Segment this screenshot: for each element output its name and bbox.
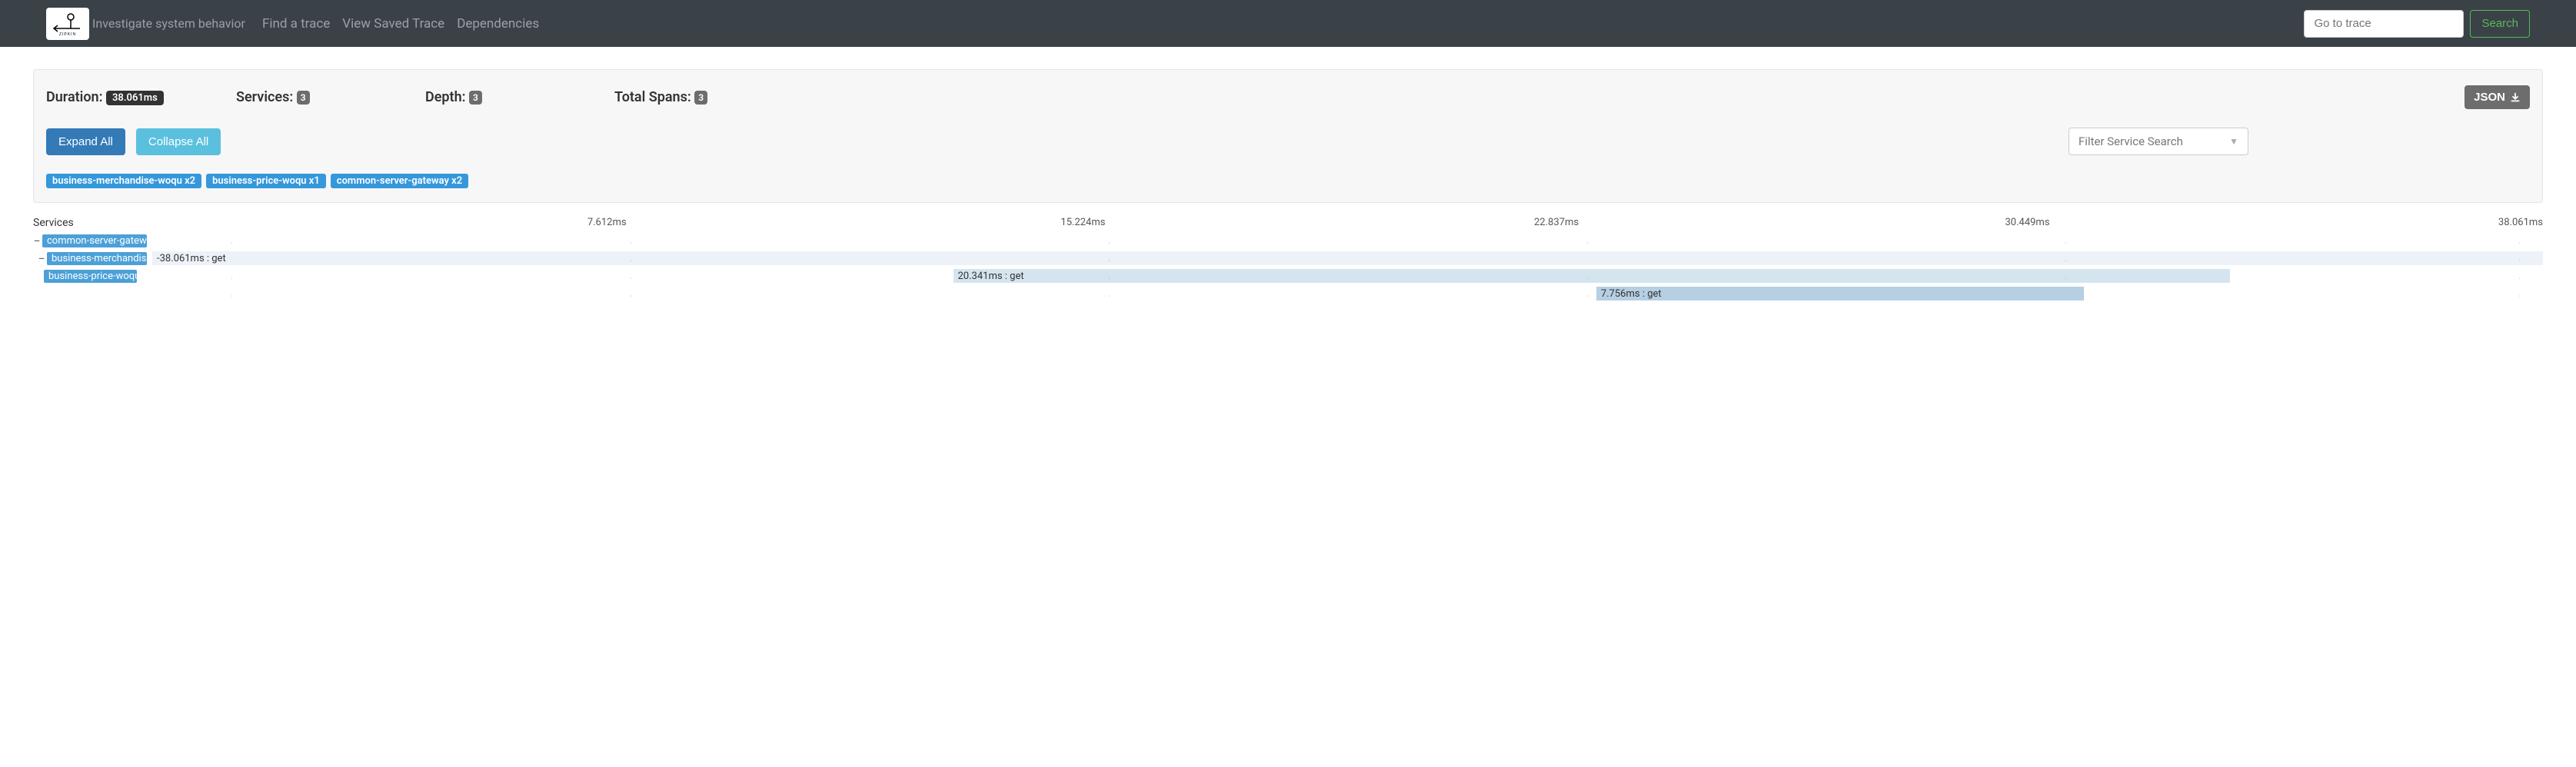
collapse-all-button[interactable]: Collapse All — [136, 128, 221, 155]
service-tag[interactable]: common-server-gateway x2 — [331, 174, 468, 188]
zipkin-logo[interactable]: ZIPKIN — [46, 8, 89, 40]
navbar: ZIPKIN Investigate system behavior Find … — [0, 0, 2576, 47]
span-bar: 20.341ms : get — [954, 269, 2230, 283]
download-icon — [2510, 92, 2521, 103]
trace-summary-panel: Duration: 38.061ms Services: 3 Depth: 3 … — [33, 69, 2543, 203]
spans-badge: 3 — [694, 91, 707, 105]
services-stat: Services: 3 — [236, 89, 425, 105]
spans-stat: Total Spans: 3 — [614, 89, 2465, 105]
logo-icon: ZIPKIN — [51, 12, 85, 36]
services-badge: 3 — [297, 91, 310, 105]
span-row[interactable]: 7.756ms : get . . . . . . — [33, 285, 2543, 303]
service-tag[interactable]: business-price-woqu x1 — [206, 174, 326, 188]
span-bar: -38.061ms : get — [152, 251, 2543, 265]
span-service-label: common-server-gateway — [42, 234, 147, 247]
chevron-down-icon: ▼ — [2229, 136, 2238, 147]
goto-trace-input[interactable] — [2304, 10, 2464, 38]
service-tag[interactable]: business-merchandise-woqu x2 — [46, 174, 201, 188]
span-row[interactable]: business-price-woqu 20.341ms : get . . .… — [33, 267, 2543, 285]
time-marker: 7.612ms — [587, 217, 627, 228]
duration-badge: 38.061ms — [106, 91, 164, 105]
expand-all-button[interactable]: Expand All — [46, 128, 125, 155]
duration-stat: Duration: 38.061ms — [46, 89, 236, 105]
nav-dependencies[interactable]: Dependencies — [457, 16, 539, 32]
span-service-label: business-price-woqu — [44, 270, 137, 283]
time-marker: 30.449ms — [2005, 217, 2049, 228]
span-row[interactable]: − business-merchandise-woqu -38.061ms : … — [33, 250, 2543, 267]
span-row[interactable]: − common-server-gateway . . . . . . — [33, 232, 2543, 250]
json-download-button[interactable]: JSON — [2465, 85, 2530, 109]
services-column-header: Services — [33, 217, 152, 229]
nav-view-saved[interactable]: View Saved Trace — [342, 16, 444, 32]
collapse-toggle-icon[interactable]: − — [38, 253, 45, 265]
depth-badge: 3 — [469, 91, 482, 105]
filter-service-select[interactable]: Filter Service Search ▼ — [2068, 128, 2248, 155]
nav-find-trace[interactable]: Find a trace — [262, 16, 330, 32]
span-bar: 7.756ms : get — [1596, 287, 2084, 300]
brand-tagline: Investigate system behavior — [92, 16, 245, 31]
search-button[interactable]: Search — [2470, 10, 2530, 38]
collapse-toggle-icon[interactable]: − — [33, 235, 41, 247]
service-tags: business-merchandise-woqu x2 business-pr… — [46, 174, 2530, 188]
time-marker: 22.837ms — [1534, 217, 1579, 228]
time-marker: 38.061ms — [2498, 217, 2543, 228]
span-service-label: business-merchandise-woqu — [47, 252, 147, 265]
depth-stat: Depth: 3 — [425, 89, 614, 105]
time-markers: 7.612ms 15.224ms 22.837ms 30.449ms 38.06… — [152, 217, 2543, 229]
timeline: Services 7.612ms 15.224ms 22.837ms 30.44… — [33, 217, 2543, 303]
time-marker: 15.224ms — [1060, 217, 1105, 228]
svg-text:ZIPKIN: ZIPKIN — [59, 32, 76, 36]
